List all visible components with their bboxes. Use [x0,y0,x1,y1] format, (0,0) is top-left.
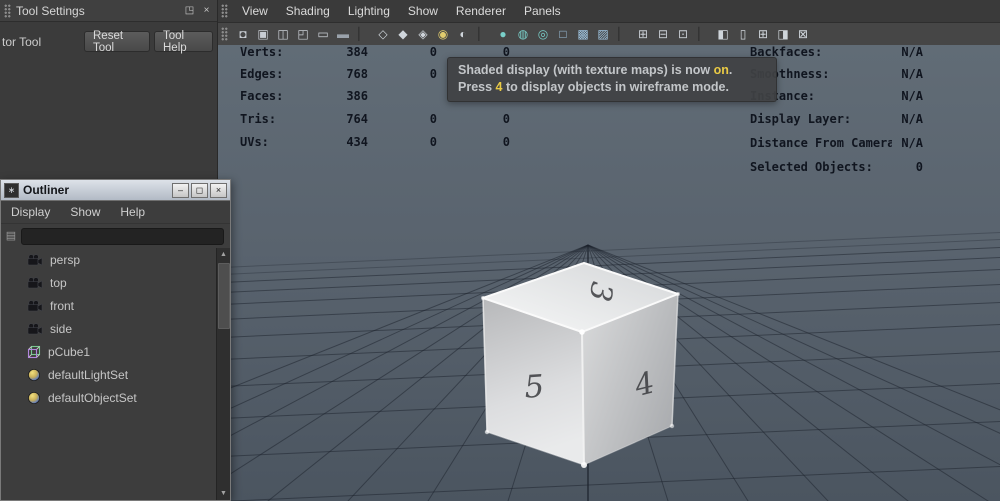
separator[interactable]: ▏ [693,25,713,43]
close-button[interactable]: × [210,183,227,198]
outliner-list: persp top front side pCube1 defaultLight… [1,248,230,500]
cube-face-number-left: 5 [523,368,545,405]
gamma-icon[interactable]: ⊟ [653,25,673,43]
notification-line-2: Press 4 to display objects in wireframe … [458,79,766,96]
list-item-default-light-set[interactable]: defaultLightSet [1,363,230,386]
camera-icon [27,254,43,266]
menu-display[interactable]: Display [1,205,60,219]
scrollbar-thumb[interactable] [218,263,230,329]
viewport-canvas[interactable]: 3 5 4 Verts:38400 Edges:7680 Faces:386 T… [217,45,1000,501]
hud-distance-row: Distance From Camera:N/A [750,136,923,150]
shadows-icon[interactable]: ◐ [453,25,473,43]
hud-display-layer-row: Display Layer:N/A [750,112,923,126]
scroll-up-icon[interactable]: ▲ [217,248,230,261]
safe-action-icon[interactable]: ▭ [313,25,333,43]
list-item-default-object-set[interactable]: defaultObjectSet [1,386,230,409]
layout-single-pane-icon[interactable]: ▯ [733,25,753,43]
menu-show[interactable]: Show [399,0,447,22]
notification-popup: Shaded display (with texture maps) is no… [447,57,777,102]
menu-view[interactable]: View [233,0,277,22]
field-chart-icon[interactable]: ◰ [293,25,313,43]
menu-panels[interactable]: Panels [515,0,570,22]
panel-toolbar: ◘ ▣ ◫ ◰ ▭ ▬ ▏ ◇ ◆ ◈ [217,23,1000,46]
outliner-menubar: Display Show Help [1,201,230,224]
layout-four-pane-icon[interactable]: ⊞ [753,25,773,43]
minimize-button[interactable]: – [172,183,189,198]
outliner-scrollbar[interactable]: ▲ ▼ [216,248,230,500]
tool-help-button[interactable]: Tool Help [154,31,213,52]
resolution-gate-icon[interactable]: ▣ [253,25,273,43]
xray-icon[interactable]: ▩ [573,25,593,43]
camera-icon [27,277,43,289]
hud-uvs-row: UVs:43400 [240,135,510,149]
menu-help[interactable]: Help [110,205,155,219]
lights-icon[interactable]: ◉ [433,25,453,43]
reset-tool-button[interactable]: Reset Tool [84,31,150,52]
list-item-persp[interactable]: persp [1,248,230,271]
tool-settings-header-row: tor Tool Reset Tool Tool Help [0,27,217,61]
outliner-titlebar[interactable]: ∗ Outliner – ◻ × [1,180,230,201]
layout-outliner-persp-icon[interactable]: ◨ [773,25,793,43]
textured-icon[interactable]: ◈ [413,25,433,43]
default-material-icon[interactable]: ● [493,25,513,43]
camera-icon [27,323,43,335]
bounding-box-icon[interactable]: □ [553,25,573,43]
hud-tris-row: Tris:76400 [240,112,510,126]
separator[interactable]: ▏ [353,25,373,43]
set-icon [27,368,41,382]
exposure-icon[interactable]: ⊞ [633,25,653,43]
toolbar-icons: ◘ ▣ ◫ ◰ ▭ ▬ ▏ ◇ ◆ ◈ [233,23,813,45]
tool-settings-grip-handle[interactable] [4,4,11,18]
notification-line-1: Shaded display (with texture maps) is no… [458,62,766,79]
filter-icon[interactable]: ▤ [4,229,18,243]
wireframe-icon[interactable]: ◇ [373,25,393,43]
toolbar-grip-handle[interactable] [221,27,228,41]
list-item-side[interactable]: side [1,317,230,340]
menu-shading[interactable]: Shading [277,0,339,22]
menu-show[interactable]: Show [60,205,110,219]
shaded-icon[interactable]: ◆ [393,25,413,43]
list-item-top[interactable]: top [1,271,230,294]
close-panel-icon[interactable]: ⊠ [793,25,813,43]
flat-shade-icon[interactable]: ◎ [533,25,553,43]
outliner-title: Outliner [23,183,69,197]
film-gate-icon[interactable]: ◘ [233,25,253,43]
maya-window: View Shading Lighting Show Renderer Pane… [0,0,1000,501]
separator[interactable]: ▏ [473,25,493,43]
menu-lighting[interactable]: Lighting [339,0,399,22]
isolate-select-icon[interactable]: ◧ [713,25,733,43]
xray-joints-icon[interactable]: ▨ [593,25,613,43]
viewport-panel: View Shading Lighting Show Renderer Pane… [217,0,1000,501]
close-icon[interactable]: × [199,4,214,18]
cube-icon [27,345,41,359]
outliner-search-row: ▤ [1,224,230,248]
safe-title-icon[interactable]: ▬ [333,25,353,43]
panel-menubar: View Shading Lighting Show Renderer Pane… [217,0,1000,23]
outliner-search-input[interactable] [21,228,224,245]
menubar-grip-handle[interactable] [221,4,228,18]
outliner-app-icon: ∗ [4,183,19,198]
set-icon [27,391,41,405]
restore-button[interactable]: ◻ [191,183,208,198]
camera-icon [27,300,43,312]
gate-mask-icon[interactable]: ◫ [273,25,293,43]
outliner-window: ∗ Outliner – ◻ × Display Show Help ▤ per… [0,179,231,501]
scroll-down-icon[interactable]: ▼ [217,487,230,500]
list-item-pcube1[interactable]: pCube1 [1,340,230,363]
view-transform-icon[interactable]: ⊡ [673,25,693,43]
tool-settings-title: Tool Settings [16,4,85,18]
separator[interactable]: ▏ [613,25,633,43]
hud-selected-objects-row: Selected Objects:0 [750,160,923,174]
list-item-front[interactable]: front [1,294,230,317]
menu-renderer[interactable]: Renderer [447,0,515,22]
float-window-icon[interactable]: ◳ [182,4,197,18]
tool-settings-titlebar: Tool Settings ◳ × [0,0,217,22]
smooth-shade-icon[interactable]: ◍ [513,25,533,43]
tool-name-label: tor Tool [2,35,41,49]
